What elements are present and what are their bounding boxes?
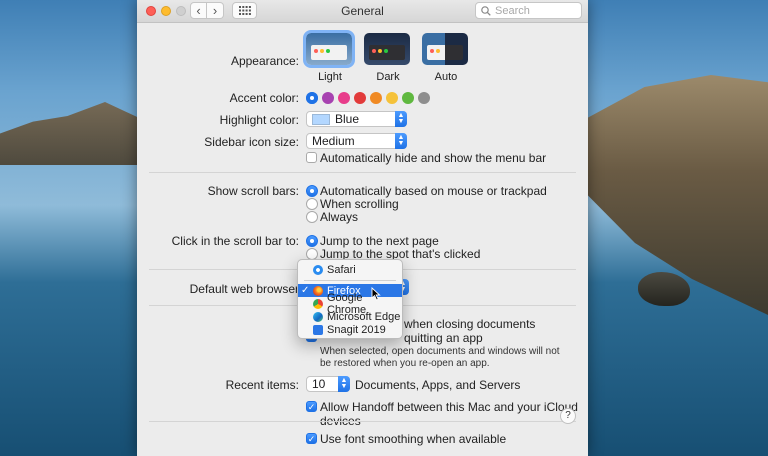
accent-color-dot[interactable] <box>354 92 366 104</box>
general-preferences-window: ‹ › General Appearance: Light <box>137 0 588 456</box>
wallpaper-rock <box>638 272 690 306</box>
recent-items-stepper[interactable]: 10 ▲ ▼ <box>306 376 350 392</box>
highlight-color-popup[interactable]: Blue ▲ ▼ <box>306 111 407 127</box>
show-scroll-bars-label: Show scroll bars: <box>207 184 299 198</box>
click-scroll-bar-label: Click in the scroll bar to: <box>171 234 299 248</box>
chrome-icon <box>313 298 323 309</box>
ask-keep-changes-label: when closing documents <box>404 317 536 331</box>
popup-arrows-icon: ▲ ▼ <box>395 133 407 149</box>
recent-items-suffix: Documents, Apps, and Servers <box>355 378 521 392</box>
close-windows-label: quitting an app <box>404 331 483 345</box>
font-smoothing-checkbox[interactable]: ✓ <box>306 433 317 444</box>
scroll-auto-label: Automatically based on mouse or trackpad <box>320 184 547 198</box>
highlight-color-label: Highlight color: <box>219 113 299 127</box>
wallpaper-cliff-left <box>0 102 150 165</box>
appearance-auto-label: Auto <box>434 71 458 83</box>
browser-menu: Safari ✓ Firefox Google Chrome Microsoft… <box>297 259 403 339</box>
hide-menu-bar-label: Automatically hide and show the menu bar <box>320 151 547 165</box>
scroll-always-label: Always <box>320 210 359 224</box>
appearance-dark-label: Dark <box>376 71 400 83</box>
scroll-when-scrolling-radio[interactable] <box>306 198 318 210</box>
separator <box>149 421 576 422</box>
accent-color-label: Accent color: <box>229 91 299 105</box>
appearance-dark-option[interactable]: Dark <box>364 33 412 83</box>
title-bar: ‹ › General <box>137 0 588 23</box>
accent-color-dot[interactable] <box>418 92 430 104</box>
appearance-light-label: Light <box>318 71 342 83</box>
accent-color-dot[interactable] <box>306 92 318 104</box>
search-field[interactable] <box>475 2 582 19</box>
snagit-icon <box>313 324 323 335</box>
menu-item-google-chrome[interactable]: Google Chrome <box>298 292 402 316</box>
accent-color-dot[interactable] <box>322 92 334 104</box>
highlight-color-value: Blue <box>335 112 360 126</box>
light-thumbnail <box>303 30 355 68</box>
accent-color-dot[interactable] <box>386 92 398 104</box>
appearance-light-option[interactable]: Light <box>303 30 355 83</box>
menu-item-microsoft-edge[interactable]: Microsoft Edge <box>298 310 402 323</box>
preferences-content: Appearance: Light Dark Auto Accent color… <box>137 23 588 456</box>
separator <box>149 172 576 173</box>
mouse-pointer-icon <box>371 287 381 301</box>
appearance-auto-option[interactable]: Auto <box>422 33 470 83</box>
checkmark-icon: ✓ <box>301 285 310 296</box>
menu-item-label: Safari <box>327 263 356 276</box>
help-button[interactable]: ? <box>560 408 576 424</box>
menu-separator <box>304 280 396 281</box>
menu-item-label: Microsoft Edge <box>327 310 401 323</box>
jump-next-page-label: Jump to the next page <box>320 234 439 248</box>
menu-item-snagit[interactable]: Snagit 2019 <box>298 323 402 336</box>
menu-item-safari[interactable]: Safari <box>298 263 402 276</box>
accent-color-dot[interactable] <box>338 92 350 104</box>
accent-color-dot[interactable] <box>402 92 414 104</box>
scroll-when-scrolling-label: When scrolling <box>320 197 399 211</box>
handoff-label: Allow Handoff between this Mac and your … <box>320 400 578 428</box>
menu-item-label: Snagit 2019 <box>327 323 386 336</box>
sidebar-icon-size-popup[interactable]: Medium ▲ ▼ <box>306 133 407 149</box>
sidebar-icon-size-value: Medium <box>312 134 355 148</box>
highlight-swatch <box>312 113 330 125</box>
firefox-icon <box>313 285 323 296</box>
scroll-always-radio[interactable] <box>306 211 318 223</box>
safari-icon <box>313 264 323 275</box>
popup-arrows-icon: ▲ ▼ <box>338 376 350 392</box>
jump-next-page-radio[interactable] <box>306 235 318 247</box>
accent-color-dot[interactable] <box>370 92 382 104</box>
sidebar-icon-size-label: Sidebar icon size: <box>204 135 299 149</box>
restore-windows-note: When selected, open documents and window… <box>320 346 560 369</box>
search-icon <box>481 5 491 16</box>
edge-icon <box>313 311 323 322</box>
hide-menu-bar-checkbox[interactable] <box>306 152 317 163</box>
recent-items-value: 10 <box>312 377 326 391</box>
appearance-label: Appearance: <box>230 54 299 68</box>
dark-thumbnail <box>364 33 410 65</box>
default-browser-label: Default web browser <box>189 282 299 296</box>
auto-thumbnail <box>422 33 468 65</box>
handoff-checkbox[interactable]: ✓ <box>306 401 317 412</box>
popup-arrows-icon: ▲ ▼ <box>395 111 407 127</box>
font-smoothing-label: Use font smoothing when available <box>320 432 507 446</box>
recent-items-label: Recent items: <box>225 378 299 392</box>
scroll-auto-radio[interactable] <box>306 185 318 197</box>
search-input[interactable] <box>495 4 575 17</box>
